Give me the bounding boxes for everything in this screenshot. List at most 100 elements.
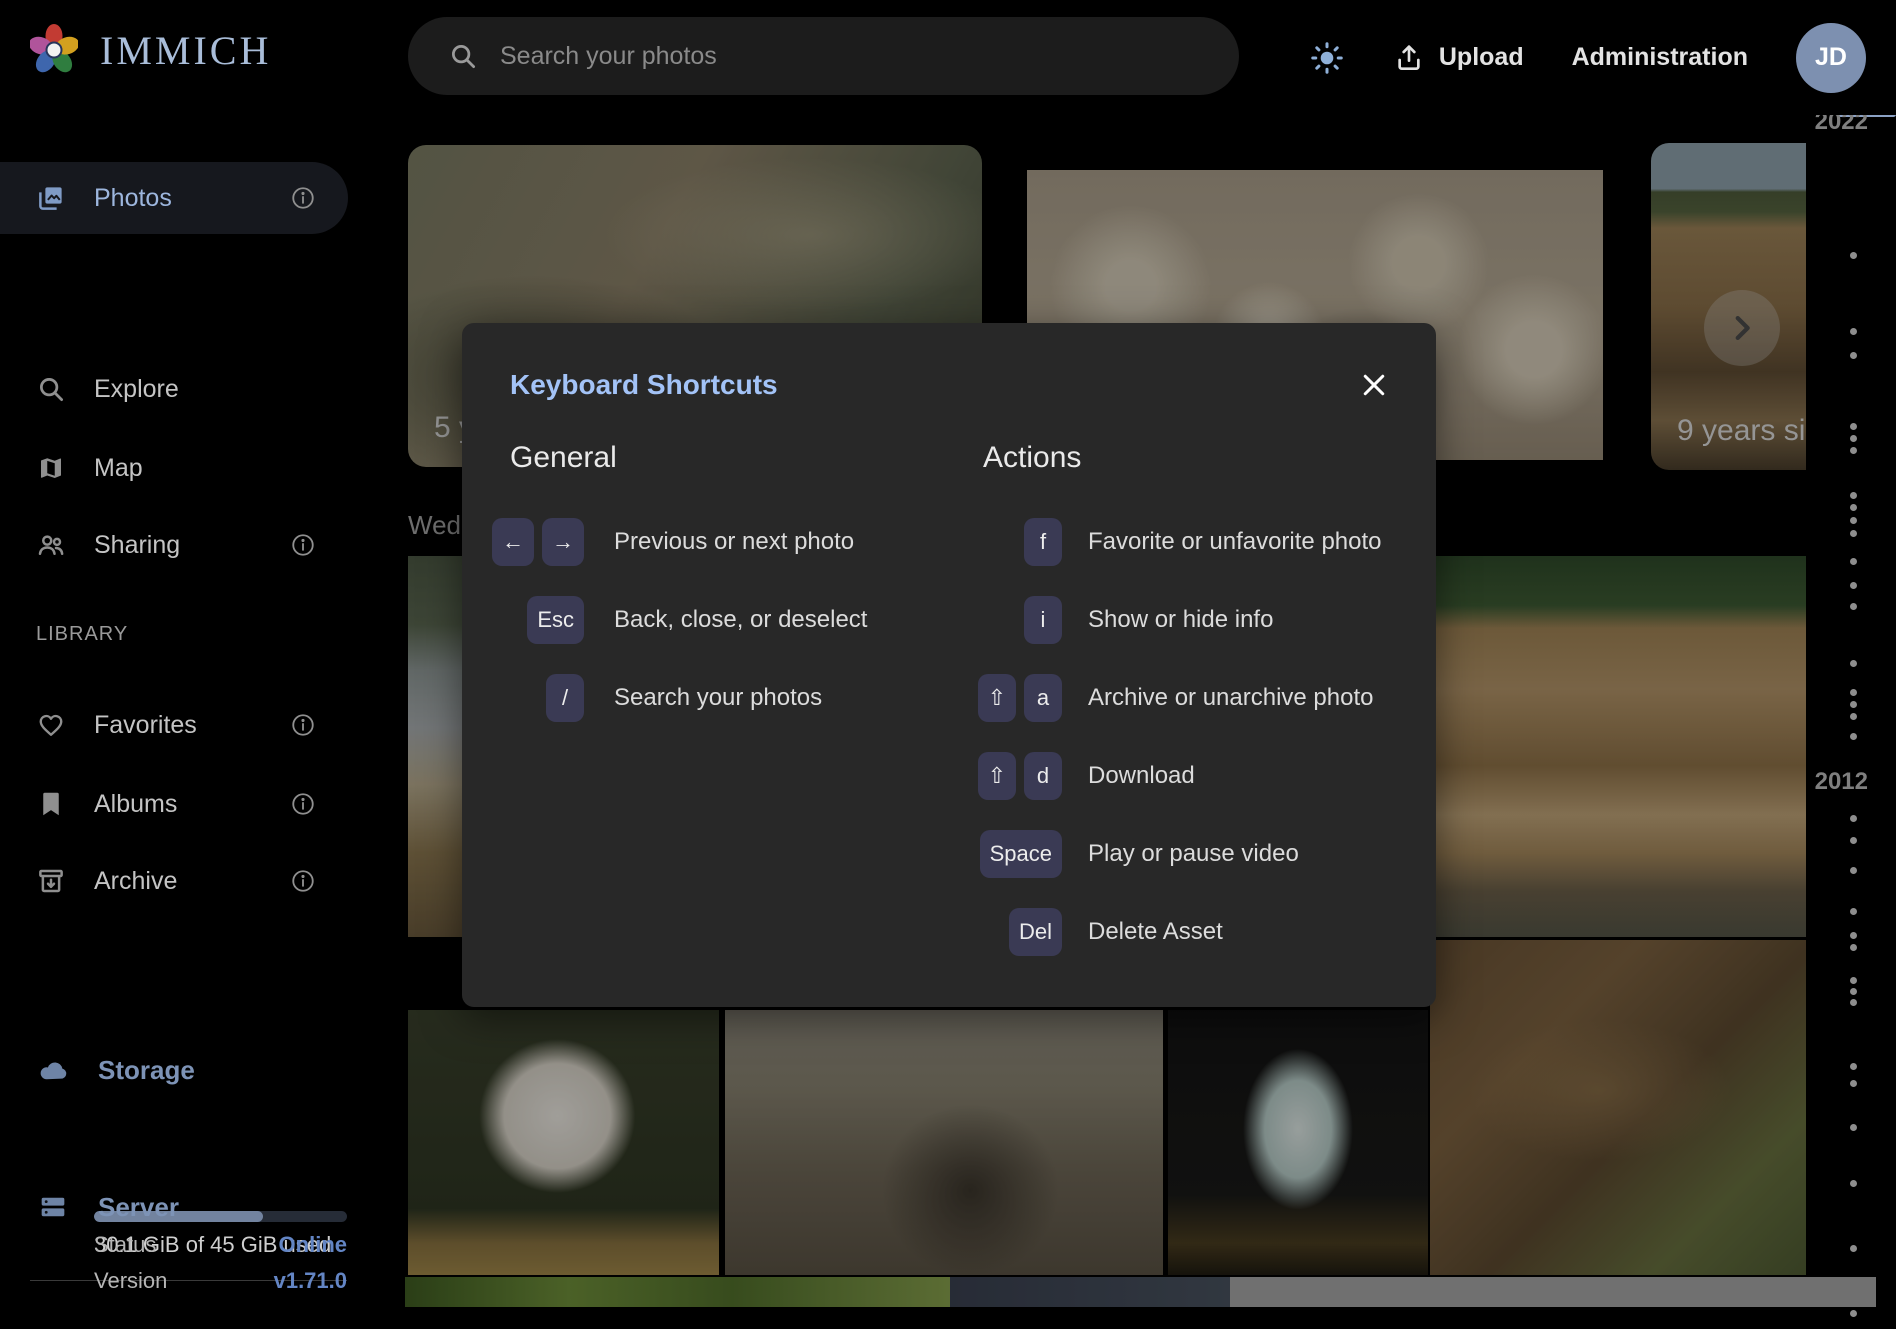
shortcut-row: ⇧ a Archive or unarchive photo: [762, 659, 1422, 737]
scrubber-dot: [1850, 977, 1857, 984]
info-icon[interactable]: [290, 791, 316, 817]
sidebar-item-sharing[interactable]: Sharing: [0, 509, 348, 581]
left-arrow-key: ←: [492, 518, 534, 566]
immich-logo[interactable]: IMMICH: [30, 22, 271, 78]
shortcut-label: Favorite or unfavorite photo: [1088, 528, 1382, 556]
upload-icon: [1393, 42, 1425, 74]
shortcut-row: ⇧ d Download: [762, 737, 1422, 815]
server-status-value: Online: [279, 1232, 347, 1258]
scrubber-dot: [1850, 504, 1857, 511]
server-version-row: Version v1.71.0: [94, 1268, 347, 1294]
immich-flower-icon: [30, 22, 78, 78]
sidebar-item-explore[interactable]: Explore: [0, 353, 348, 425]
scrubber-dot: [1850, 944, 1857, 951]
server-version-value: v1.71.0: [274, 1268, 347, 1294]
administration-label: Administration: [1572, 43, 1748, 72]
modal-title: Keyboard Shortcuts: [510, 369, 778, 401]
shortcut-row: Space Play or pause video: [762, 815, 1422, 893]
avatar-initials: JD: [1815, 43, 1847, 72]
scrubber-dot: [1850, 701, 1857, 708]
sidebar-item-photos[interactable]: Photos: [0, 162, 348, 234]
scrubber-dot: [1850, 558, 1857, 565]
scrubber-dot: [1850, 999, 1857, 1006]
top-bar-actions: Upload Administration JD: [1309, 0, 1866, 115]
scrubber-dot: [1850, 1310, 1857, 1317]
scrubber-dot: [1850, 1080, 1857, 1087]
server-title: Server: [98, 1192, 179, 1223]
scrubber-dot: [1850, 530, 1857, 537]
scrubber-dot: [1850, 660, 1857, 667]
search-icon: [448, 41, 478, 71]
scrubber-dot: [1850, 837, 1857, 844]
info-icon[interactable]: [290, 868, 316, 894]
server-icon: [36, 1190, 70, 1224]
sun-icon: [1309, 40, 1345, 76]
scrubber-dot: [1850, 1180, 1857, 1187]
scrubber-dot: [1850, 689, 1857, 696]
keyboard-shortcuts-modal: Keyboard Shortcuts General Actions ← → P…: [462, 323, 1436, 1007]
server-status-label: Status: [94, 1232, 156, 1258]
immich-app: 5 y 9 years sin Wed, 2022 2012: [0, 0, 1896, 1329]
a-key: a: [1024, 674, 1062, 722]
theme-toggle-button[interactable]: [1309, 40, 1345, 76]
scrubber-dot: [1850, 328, 1857, 335]
storage-section: Storage: [36, 1053, 195, 1087]
scrubber-dot: [1850, 867, 1857, 874]
explore-icon: [36, 374, 66, 404]
administration-link[interactable]: Administration: [1572, 43, 1748, 72]
d-key: d: [1024, 752, 1062, 800]
user-avatar[interactable]: JD: [1796, 23, 1866, 93]
shortcut-label: Download: [1088, 762, 1195, 790]
scrubber-dot: [1850, 733, 1857, 740]
scrubber-dot: [1850, 988, 1857, 995]
sidebar-item-albums[interactable]: Albums: [0, 768, 348, 840]
close-button[interactable]: [1348, 359, 1400, 411]
sidebar-item-label: Map: [94, 454, 143, 483]
server-status-row: Status Online: [94, 1232, 347, 1258]
i-key: i: [1024, 596, 1062, 644]
search-bar[interactable]: [408, 17, 1239, 95]
info-icon[interactable]: [290, 532, 316, 558]
sidebar-item-map[interactable]: Map: [0, 432, 348, 504]
del-key: Del: [1009, 908, 1062, 956]
scrubber-dot: [1850, 252, 1857, 259]
shift-key: ⇧: [978, 752, 1016, 800]
scrubber-dot: [1850, 423, 1857, 430]
sidebar-item-label: Photos: [94, 184, 172, 213]
scrubber-dot: [1850, 1124, 1857, 1131]
library-section-header: LIBRARY: [36, 623, 128, 646]
upload-button[interactable]: Upload: [1393, 42, 1524, 74]
shortcut-label: Play or pause video: [1088, 840, 1299, 868]
sidebar-item-label: Favorites: [94, 711, 197, 740]
actions-shortcut-list: f Favorite or unfavorite photo i Show or…: [762, 503, 1422, 971]
scrubber-dot: [1850, 352, 1857, 359]
scrubber-dot: [1850, 492, 1857, 499]
cloud-icon: [36, 1053, 70, 1087]
f-key: f: [1024, 518, 1062, 566]
sidebar-item-favorites[interactable]: Favorites: [0, 689, 348, 761]
sidebar-item-archive[interactable]: Archive: [0, 845, 348, 917]
shift-key: ⇧: [978, 674, 1016, 722]
brand-name: IMMICH: [100, 27, 271, 74]
shortcut-label: Archive or unarchive photo: [1088, 684, 1374, 712]
scrubber-dot: [1850, 447, 1857, 454]
scrubber-dot: [1850, 815, 1857, 822]
photos-icon: [36, 183, 66, 213]
scrubber-dot: [1850, 435, 1857, 442]
scrubber-dot: [1850, 908, 1857, 915]
scrubber-dot: [1850, 713, 1857, 720]
shortcut-row: f Favorite or unfavorite photo: [762, 503, 1422, 581]
shortcut-row: i Show or hide info: [762, 581, 1422, 659]
scrubber-dot: [1850, 1245, 1857, 1252]
scrubber-dot: [1850, 932, 1857, 939]
scrubber-dot: [1850, 603, 1857, 610]
search-input[interactable]: [498, 41, 1225, 72]
timeline-scrubber[interactable]: 2022 2012: [1826, 100, 1896, 1329]
sidebar-item-label: Sharing: [94, 531, 180, 560]
storage-title: Storage: [98, 1055, 195, 1086]
close-icon: [1359, 370, 1389, 400]
scrubber-dot: [1850, 582, 1857, 589]
info-icon[interactable]: [290, 185, 316, 211]
info-icon[interactable]: [290, 712, 316, 738]
scrubber-dot: [1850, 1063, 1857, 1070]
